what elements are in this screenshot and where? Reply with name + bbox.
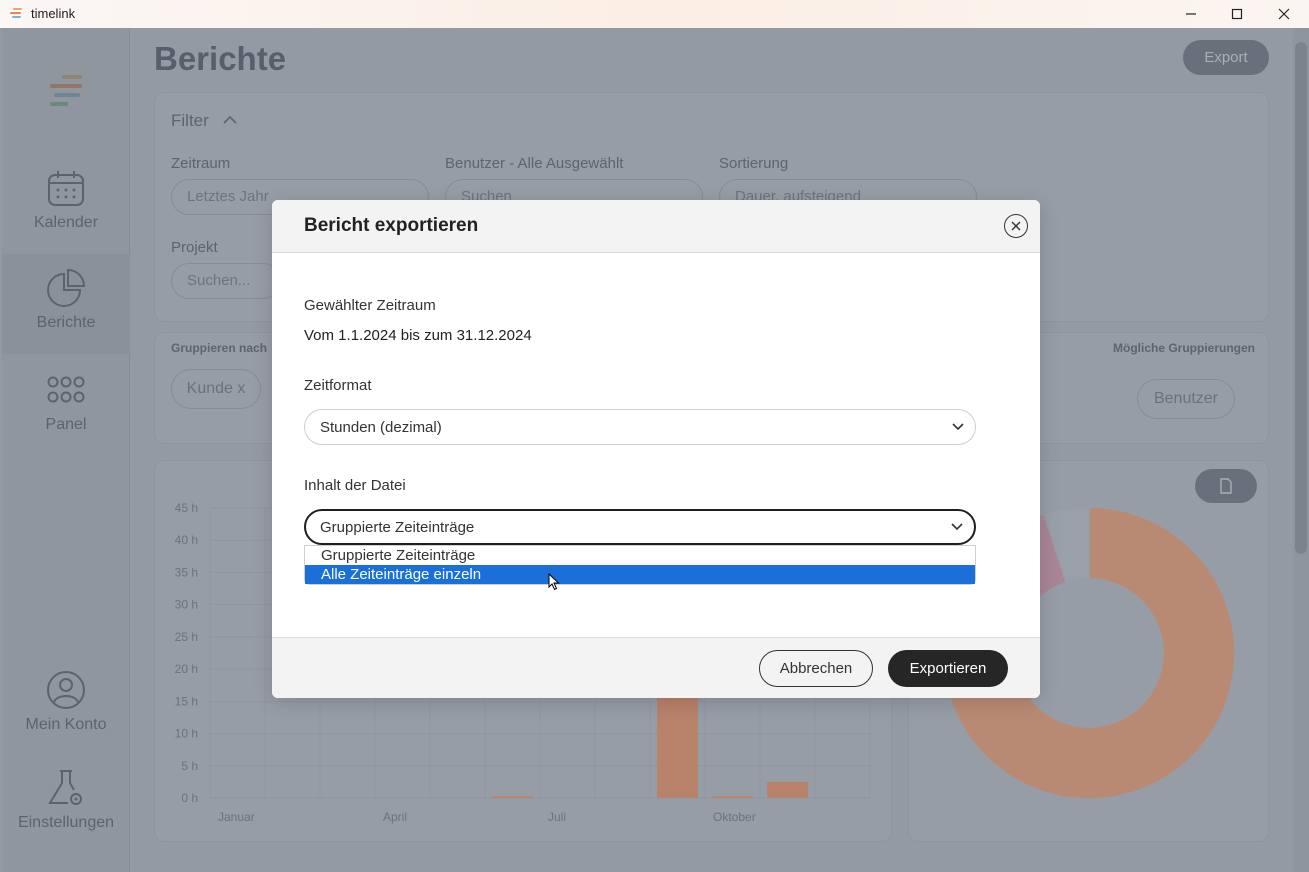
y-tick-label: 0 h xyxy=(181,791,198,805)
y-tick-label: 30 h xyxy=(175,598,198,612)
option-alle-einzeln[interactable]: Alle Zeiteinträge einzeln xyxy=(305,565,975,584)
minimize-button[interactable] xyxy=(1168,0,1214,28)
chevron-up-icon xyxy=(223,115,237,124)
dialog-header: Bericht exportieren xyxy=(272,200,1040,253)
dialog-close-button[interactable] xyxy=(1004,214,1028,238)
sidebar-item-kalender[interactable]: Kalender xyxy=(2,168,130,238)
calendar-icon xyxy=(48,171,84,206)
sidebar-item-label: Kalender xyxy=(33,214,99,231)
app-logo-icon xyxy=(10,8,22,18)
bar xyxy=(767,781,808,798)
zeitformat-value: Stunden (dezimal) xyxy=(320,419,442,436)
projekt-search[interactable]: Suchen... xyxy=(171,263,281,299)
y-tick-label: 15 h xyxy=(175,694,198,708)
page-title: Berichte xyxy=(154,40,287,77)
scrollbar-thumb[interactable] xyxy=(1295,42,1307,554)
zeitraum-value: Vom 1.1.2024 bis zum 31.12.2024 xyxy=(304,327,532,344)
brand-logo-icon xyxy=(50,75,82,106)
grid-icon xyxy=(47,376,85,403)
y-tick-label: 35 h xyxy=(175,565,198,579)
y-tick-label: 10 h xyxy=(175,727,198,741)
sortierung-label: Sortierung xyxy=(719,155,789,172)
sidebar-item-label: Einstellungen xyxy=(17,814,115,831)
chevron-down-icon xyxy=(951,523,963,531)
sidebar-item-mein-konto[interactable]: Mein Konto xyxy=(2,670,130,740)
maximize-icon xyxy=(1231,8,1243,20)
projekt-label: Projekt xyxy=(171,239,218,256)
export-button[interactable]: Export xyxy=(1183,40,1269,75)
grouping-label: Gruppieren nach xyxy=(171,341,268,355)
mouse-cursor-icon xyxy=(548,573,560,591)
export-confirm-button[interactable]: Exportieren xyxy=(888,650,1008,687)
group-chip-benutzer[interactable]: Benutzer xyxy=(1137,379,1235,419)
zeitraum-label: Gewählter Zeitraum xyxy=(304,297,436,314)
sidebar-item-label: Berichte xyxy=(36,314,96,331)
close-icon xyxy=(1011,221,1021,231)
y-tick-label: 20 h xyxy=(175,662,198,676)
zeitformat-label: Zeitformat xyxy=(304,377,372,394)
bar xyxy=(712,796,753,798)
option-gruppierte[interactable]: Gruppierte Zeiteinträge xyxy=(305,546,975,565)
possible-groupings-label: Mögliche Gruppierungen xyxy=(1113,341,1256,355)
group-chip-kunde[interactable]: Kunde x xyxy=(171,369,261,409)
window-titlebar: timelink xyxy=(0,0,1309,28)
sidebar-item-label: Panel xyxy=(45,416,87,433)
minimize-icon xyxy=(1186,13,1196,15)
x-tick-label: Januar xyxy=(218,810,255,824)
filter-toggle[interactable]: Filter xyxy=(171,111,209,131)
user-icon xyxy=(47,671,85,709)
pie-chart-icon xyxy=(47,268,86,307)
y-tick-label: 25 h xyxy=(175,630,198,644)
maximize-button[interactable] xyxy=(1214,0,1260,28)
sidebar-item-label: Mein Konto xyxy=(25,716,107,733)
scrollbar[interactable] xyxy=(1293,28,1309,872)
inhalt-dropdown: Gruppierte Zeiteinträge Alle Zeiteinträg… xyxy=(304,545,976,585)
benutzer-label: Benutzer - Alle Ausgewählt xyxy=(445,155,624,172)
y-tick-label: 5 h xyxy=(181,759,198,773)
x-tick-label: Oktober xyxy=(713,810,756,824)
inhalt-select[interactable]: Gruppierte Zeiteinträge xyxy=(304,509,976,545)
flask-settings-icon xyxy=(48,770,82,805)
zeitraum-label: Zeitraum xyxy=(171,155,231,172)
cancel-button[interactable]: Abbrechen xyxy=(759,650,873,687)
dialog-title: Bericht exportieren xyxy=(304,215,479,236)
bar xyxy=(492,796,533,798)
x-tick-label: Juli xyxy=(548,810,566,824)
sidebar-item-berichte[interactable]: Berichte xyxy=(2,254,130,354)
bar xyxy=(657,694,698,798)
window-title: timelink xyxy=(31,6,76,21)
sidebar: Kalender Berichte Panel Mein Konto Einst… xyxy=(2,28,130,872)
export-dialog: Bericht exportieren Gewählter Zeitraum V… xyxy=(272,200,1040,698)
inhalt-value: Gruppierte Zeiteinträge xyxy=(320,519,475,536)
x-tick-label: April xyxy=(383,810,407,824)
chevron-down-icon xyxy=(952,423,964,431)
close-window-button[interactable] xyxy=(1261,0,1307,28)
sidebar-item-panel[interactable]: Panel xyxy=(2,370,130,440)
sidebar-item-einstellungen[interactable]: Einstellungen xyxy=(2,768,130,838)
y-tick-label: 45 h xyxy=(175,501,198,515)
zeitformat-select[interactable]: Stunden (dezimal) xyxy=(304,409,976,445)
close-icon xyxy=(1278,8,1290,20)
dialog-footer: Abbrechen Exportieren xyxy=(272,637,1040,698)
inhalt-label: Inhalt der Datei xyxy=(304,477,406,494)
y-tick-label: 40 h xyxy=(175,533,198,547)
